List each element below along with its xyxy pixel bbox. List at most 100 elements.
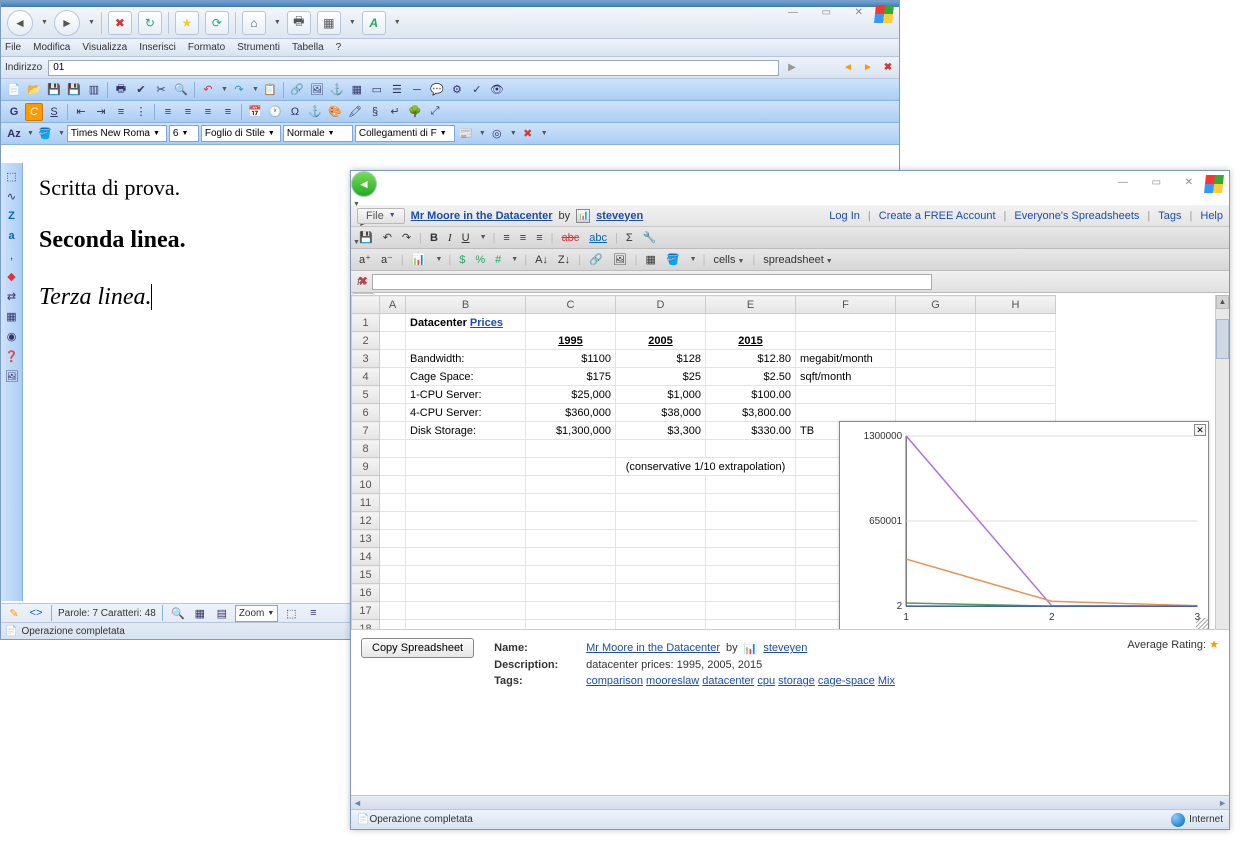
address-input[interactable] [48,60,779,76]
col-header-D[interactable]: D [616,296,706,314]
row-header-11[interactable]: 11 [352,494,380,512]
bold-icon[interactable]: G [5,103,23,121]
find-icon[interactable]: 🔍 [172,81,190,99]
status-tool-5-icon[interactable]: ≡ [304,604,322,622]
cell[interactable] [796,386,896,404]
cell[interactable]: 2005 [616,332,706,350]
hr-icon[interactable]: ─ [408,81,426,99]
go-button[interactable]: ▶ [785,61,799,75]
sort-asc-button[interactable]: A↓ [533,254,550,266]
nav-close-icon[interactable]: ✖ [881,61,895,75]
row-header-5[interactable]: 5 [352,386,380,404]
spreadsheet-menu[interactable]: spreadsheet▼ [761,254,834,266]
align-center-icon[interactable]: ≡ [518,232,528,244]
align-left-icon[interactable]: ≡ [159,103,177,121]
window-controls[interactable]: — ▭ ✕ [788,7,869,18]
favorites-button[interactable]: ★ [175,11,199,35]
dropdown-icon[interactable]: ▼ [353,201,360,208]
cell[interactable]: $12.80 [706,350,796,368]
cell[interactable]: $1100 [526,350,616,368]
symbol-icon[interactable]: § [366,103,384,121]
cell[interactable]: $3,300 [616,422,706,440]
side-icon-11[interactable]: 🖼 [3,367,21,385]
row-header-6[interactable]: 6 [352,404,380,422]
side-icon-3[interactable]: Z [3,207,21,225]
dropdown-icon[interactable]: ▼ [511,256,518,263]
undo-icon[interactable]: ↶ [381,231,394,244]
back-button[interactable]: ◄ [351,171,377,197]
chart-icon[interactable]: 📊 [410,253,428,266]
indent-left-icon[interactable]: ⇤ [72,103,90,121]
menu-file[interactable]: File [5,42,21,53]
redo-icon[interactable]: ↷ [400,231,413,244]
scroll-right-icon[interactable]: ► [1218,798,1227,808]
dropdown-icon[interactable]: ▼ [690,256,697,263]
menu-edit[interactable]: Modifica [33,42,70,53]
chart-close-button[interactable]: ✕ [1194,424,1206,436]
col-header-B[interactable]: B [406,296,526,314]
indent-right-icon[interactable]: ⇥ [92,103,110,121]
font-button[interactable]: A [362,11,386,35]
login-link[interactable]: Log In [829,210,860,222]
nav-next-icon[interactable]: ► [861,61,875,75]
col-header-C[interactable]: C [526,296,616,314]
cell[interactable]: $38,000 [616,404,706,422]
date-icon[interactable]: 📅 [246,103,264,121]
row-header-7[interactable]: 7 [352,422,380,440]
dropdown-icon[interactable]: ▼ [58,130,65,137]
border-icon[interactable]: ▦ [644,253,658,266]
cut-icon[interactable]: ✂ [152,81,170,99]
align-center-icon[interactable]: ≡ [179,103,197,121]
back-button[interactable]: ◄ [7,10,33,36]
cell[interactable]: 2015 [706,332,796,350]
italic-icon[interactable]: C [25,103,43,121]
row-header-14[interactable]: 14 [352,548,380,566]
currency-button[interactable]: $ [457,254,467,266]
scroll-up-icon[interactable]: ▲ [1216,295,1229,309]
col-header-E[interactable]: E [706,296,796,314]
dropdown-icon[interactable]: ▼ [221,86,228,93]
row-header-16[interactable]: 16 [352,584,380,602]
side-icon-5[interactable]: , [3,247,21,265]
subscript-button[interactable]: a⁻ [379,253,395,266]
font-combo[interactable]: Times New Roma▼ [67,125,167,142]
tag-link[interactable]: datacenter [702,675,754,687]
row-header-2[interactable]: 2 [352,332,380,350]
chart-popup[interactable]: ✕ 26500011300000123 [839,421,1209,631]
mail-button[interactable]: ▦ [317,11,341,35]
status-tool-4-icon[interactable]: ⬚ [282,604,300,622]
comment-icon[interactable]: 💬 [428,81,446,99]
row-header-1[interactable]: 1 [352,314,380,332]
copy-spreadsheet-button[interactable]: Copy Spreadsheet [361,638,474,658]
tag-link[interactable]: mooreslaw [646,675,699,687]
code-icon[interactable]: <> [27,604,45,622]
dropdown-icon[interactable]: ▼ [480,234,487,241]
redo-icon[interactable]: ↷ [230,81,248,99]
row-header-15[interactable]: 15 [352,566,380,584]
side-icon-7[interactable]: ⇄ [3,287,21,305]
menu-format[interactable]: Formato [188,42,225,53]
formula-input[interactable] [372,274,932,290]
meta-doc-link[interactable]: Mr Moore in the Datacenter [586,642,720,655]
paste-icon[interactable]: 📋 [261,81,279,99]
meta-author-link[interactable]: steveyen [763,642,807,655]
help-link[interactable]: Help [1200,210,1223,222]
cell[interactable]: Bandwidth: [406,350,526,368]
side-icon-10[interactable]: ❓ [3,347,21,365]
doc-title-link[interactable]: Mr Moore in the Datacenter [411,210,553,222]
special-char-icon[interactable]: Ω [286,103,304,121]
target-icon[interactable]: ◎ [488,125,506,143]
stop-button[interactable]: ✖ [108,11,132,35]
underline-icon[interactable]: S [45,103,63,121]
row-header-10[interactable]: 10 [352,476,380,494]
table-icon[interactable]: ▦ [348,81,366,99]
view-icon[interactable]: 📰 [457,125,475,143]
menu-insert[interactable]: Inserisci [139,42,176,53]
align-right-icon[interactable]: ≡ [199,103,217,121]
tags-link[interactable]: Tags [1158,210,1181,222]
row-header-3[interactable]: 3 [352,350,380,368]
cell[interactable]: $1,000 [616,386,706,404]
home-button[interactable]: ⌂ [242,11,266,35]
cell[interactable]: sqft/month [796,368,896,386]
dropdown-icon[interactable]: ▼ [541,130,548,137]
